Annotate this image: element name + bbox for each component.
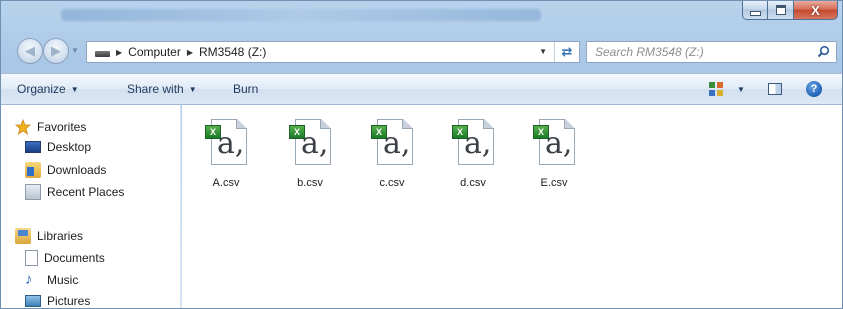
sidebar-item-label: Music [47, 273, 79, 287]
organize-label: Organize [17, 82, 66, 96]
music-note-icon: ♪ [25, 271, 33, 288]
recent-pages-dropdown[interactable]: ▼ [71, 46, 79, 55]
sidebar-item-documents[interactable]: Documents [25, 250, 105, 266]
refresh-icon: ⇄ [561, 44, 573, 59]
breadcrumb-separator-icon[interactable]: ▶ [116, 48, 122, 57]
excel-csv-icon: a, X [369, 115, 415, 167]
address-bar[interactable]: ▶ Computer ▶ RM3548 (Z:) ▼ ⇄ [86, 41, 580, 63]
sidebar-item-label: Recent Places [47, 185, 125, 199]
close-button[interactable]: X [794, 1, 838, 20]
file-item[interactable]: a, X A.csv [190, 115, 262, 189]
excel-csv-icon: a, X [287, 115, 333, 167]
sidebar-item-label: Favorites [37, 120, 87, 134]
maximize-button[interactable] [768, 1, 794, 20]
explorer-window: X ◀ ▶ ▼ ▶ Computer ▶ RM3548 (Z:) ▼ ⇄ Sea… [0, 0, 843, 309]
search-box[interactable] [586, 41, 837, 63]
title-bar-blurred-path [61, 9, 541, 21]
back-arrow-icon: ◀ [25, 43, 35, 58]
view-options-dropdown[interactable]: ▼ [737, 85, 745, 94]
downloads-folder-icon [25, 162, 41, 178]
breadcrumb-computer[interactable]: Computer [128, 45, 181, 59]
sidebar-item-recent-places[interactable]: Recent Places [25, 184, 124, 200]
command-bar: Organize ▼ Share with ▼ Burn ▼ ? [1, 73, 842, 105]
close-icon: X [811, 2, 820, 18]
sidebar-item-downloads[interactable]: Downloads [25, 162, 106, 178]
sidebar-item-label: Documents [44, 251, 105, 265]
search-icon[interactable] [817, 45, 830, 58]
sidebar-item-pictures[interactable]: Pictures [25, 294, 90, 308]
maximize-icon [775, 5, 786, 15]
sidebar-item-desktop[interactable]: Desktop [25, 140, 91, 154]
preview-pane-icon[interactable] [768, 83, 782, 95]
caption-buttons: X [742, 1, 838, 20]
burn-label: Burn [233, 82, 259, 96]
sidebar-item-label: Desktop [47, 140, 92, 154]
file-name: b.csv [297, 177, 323, 189]
recent-places-icon [25, 184, 41, 200]
file-name: c.csv [379, 177, 405, 189]
sidebar-item-favorites[interactable]: Favorites [15, 119, 86, 135]
file-name: A.csv [212, 177, 240, 189]
share-with-label: Share with [127, 82, 184, 96]
file-item[interactable]: a, X E.csv [518, 115, 590, 189]
sidebar-item-libraries[interactable]: Libraries [15, 228, 83, 244]
share-with-button[interactable]: Share with ▼ [127, 82, 197, 96]
sidebar-item-label: Libraries [37, 229, 84, 243]
organize-button[interactable]: Organize ▼ [17, 82, 79, 96]
file-list: a, X A.csv a, X b.csv a, X c.csv a, X d.… [182, 105, 842, 308]
chevron-down-icon: ▼ [188, 85, 197, 94]
file-item[interactable]: a, X d.csv [437, 115, 509, 189]
drive-icon [95, 51, 110, 57]
excel-csv-icon: a, X [531, 115, 577, 167]
desktop-icon [25, 141, 41, 153]
file-name: E.csv [540, 177, 568, 189]
forward-arrow-icon: ▶ [51, 43, 61, 58]
navigation-bar: ◀ ▶ ▼ ▶ Computer ▶ RM3548 (Z:) ▼ ⇄ [1, 32, 842, 72]
back-button[interactable]: ◀ [17, 38, 43, 64]
excel-csv-icon: a, X [203, 115, 249, 167]
file-item[interactable]: a, X b.csv [274, 115, 346, 189]
minimize-button[interactable] [742, 1, 768, 20]
address-history-dropdown[interactable]: ▼ [539, 47, 547, 56]
pictures-icon [25, 295, 41, 307]
breadcrumb-drive[interactable]: RM3548 (Z:) [199, 45, 266, 59]
file-name: d.csv [460, 177, 486, 189]
change-view-icon[interactable] [709, 82, 723, 96]
favorites-star-icon [15, 119, 31, 135]
search-input[interactable] [595, 43, 805, 61]
help-icon[interactable]: ? [806, 81, 822, 97]
forward-button[interactable]: ▶ [43, 38, 69, 64]
libraries-icon [15, 228, 31, 244]
file-item[interactable]: a, X c.csv [356, 115, 428, 189]
title-bar[interactable]: X [1, 1, 842, 31]
breadcrumb-separator-icon[interactable]: ▶ [187, 48, 193, 57]
sidebar-item-music[interactable]: ♪ Music [25, 272, 78, 288]
chevron-down-icon: ▼ [70, 85, 79, 94]
burn-button[interactable]: Burn [233, 82, 258, 96]
sidebar-item-label: Pictures [47, 294, 91, 308]
refresh-button[interactable]: ⇄ [554, 42, 579, 62]
excel-csv-icon: a, X [450, 115, 496, 167]
minimize-icon [749, 10, 761, 16]
documents-icon [25, 250, 38, 266]
navigation-pane: Favorites Desktop Downloads Recent Place… [1, 105, 181, 308]
sidebar-item-label: Downloads [47, 163, 107, 177]
